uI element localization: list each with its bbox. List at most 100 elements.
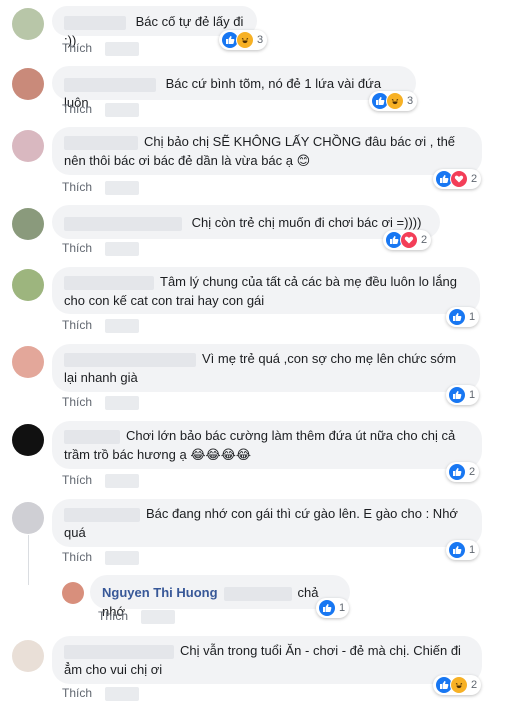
like-button[interactable]: Thích — [62, 180, 92, 194]
reaction-count: 2 — [469, 466, 476, 478]
reaction-count: 2 — [471, 173, 478, 185]
comment-bubble: Tâm lý chung của tất cả các bà mẹ đều lu… — [52, 267, 480, 314]
comment-text-line: Chị bảo chị SẼ KHÔNG LẤY CHỒNG đâu bác ơ… — [144, 134, 456, 149]
heart-icon — [400, 231, 418, 249]
author-name-blurred — [64, 644, 174, 659]
comment-text-line: Tâm lý chung của tất cả các bà mẹ đều lu… — [160, 274, 458, 289]
avatar[interactable] — [12, 130, 44, 162]
author-name-blurred — [223, 586, 292, 601]
timestamp-blurred[interactable] — [105, 41, 140, 56]
author-name-blurred — [64, 15, 126, 30]
laughing-face-icon — [236, 31, 254, 49]
avatar[interactable] — [12, 8, 44, 40]
comment-text-line: nên thôi bác ơi bác đẻ dần là vừa bác ạ … — [64, 153, 311, 168]
like-button[interactable]: Thích — [62, 395, 92, 409]
comment-text-line: quá — [64, 525, 86, 540]
laughing-face-icon — [386, 92, 404, 110]
reaction-count: 1 — [469, 311, 476, 323]
timestamp-blurred[interactable] — [105, 180, 140, 195]
like-button[interactable]: Thích — [62, 102, 92, 116]
comment-text-line: cho con kế cat con trai hay con gái — [64, 293, 265, 308]
reaction-count: 2 — [421, 234, 428, 246]
comment-text-line: lại nhanh già — [64, 370, 138, 385]
comment-actions: Thích — [62, 318, 140, 333]
like-button[interactable]: Thích — [98, 609, 128, 623]
like-button[interactable]: Thích — [62, 550, 92, 564]
like-button[interactable]: Thích — [62, 241, 92, 255]
avatar[interactable] — [12, 68, 44, 100]
like-button[interactable]: Thích — [62, 686, 92, 700]
author-name-blurred — [64, 429, 120, 444]
comment-text-line: trầm trồ bác hương ạ 😂😂😂😂 — [64, 447, 252, 462]
comment-actions: Thích — [62, 395, 140, 410]
reaction-summary[interactable]: 1 — [446, 540, 480, 560]
comment-text-line: Bác đang nhớ con gái thì cứ gào lên. E g… — [146, 506, 458, 521]
reaction-summary[interactable]: 3 — [369, 91, 418, 111]
like-button[interactable]: Thích — [62, 473, 92, 487]
author-name-blurred — [64, 275, 154, 290]
comment-bubble: Bác cứ bình tõm, nó đẻ 1 lứa vài đứa luô… — [52, 66, 416, 110]
author-name-blurred — [64, 507, 140, 522]
thumbs-up-icon — [448, 308, 466, 326]
timestamp-blurred[interactable] — [105, 102, 140, 117]
timestamp-blurred[interactable] — [105, 318, 140, 333]
reaction-summary[interactable]: 3 — [219, 30, 268, 50]
comment-bubble: Nguyen Thi Huong chả nhớ — [90, 575, 350, 619]
comment-bubble: Vì mẹ trẻ quá ,con sợ cho mẹ lên chức sớ… — [52, 344, 480, 392]
comment-thread: Bác cố tự đẻ lấy đi :)) 3 Thích Bác cứ b… — [0, 0, 518, 701]
thumbs-up-icon — [318, 599, 336, 617]
comment-actions: Thích — [62, 41, 140, 56]
avatar[interactable] — [12, 346, 44, 378]
thumbs-up-icon — [448, 386, 466, 404]
reaction-summary[interactable]: 1 — [446, 385, 480, 405]
reaction-count: 1 — [469, 544, 476, 556]
reaction-summary[interactable]: 2 — [433, 675, 482, 695]
author-name-blurred — [64, 352, 196, 367]
thumbs-up-icon — [448, 463, 466, 481]
comment-actions: Thích — [62, 180, 140, 195]
heart-icon — [450, 170, 468, 188]
comment-text: Chị còn trẻ chị muốn đi chơi bác ơi =)))… — [191, 215, 422, 230]
reaction-count: 1 — [469, 389, 476, 401]
reaction-summary[interactable]: 1 — [446, 307, 480, 327]
avatar[interactable] — [12, 208, 44, 240]
comment-text-line: Vì mẹ trẻ quá ,con sợ cho mẹ lên chức sớ… — [202, 351, 457, 366]
comment-bubble: Chị vẫn trong tuổi Ăn - chơi - đẻ mà chị… — [52, 636, 482, 684]
like-button[interactable]: Thích — [62, 41, 92, 55]
like-button[interactable]: Thích — [62, 318, 92, 332]
comment-actions: Thích — [62, 473, 140, 488]
timestamp-blurred[interactable] — [141, 609, 176, 624]
comment-text-line: Chơi lớn bảo bác cường làm thêm đứa út n… — [126, 428, 456, 443]
comment-actions: Thích — [62, 102, 140, 117]
comment-actions: Thích — [62, 686, 140, 701]
timestamp-blurred[interactable] — [105, 473, 140, 488]
comment-text-line: Chị vẫn trong tuổi Ăn - chơi - đẻ mà chị… — [180, 643, 461, 658]
laughing-face-icon — [450, 676, 468, 694]
reaction-summary[interactable]: 1 — [316, 598, 350, 618]
thumbs-up-icon — [448, 541, 466, 559]
comment-bubble: Bác đang nhớ con gái thì cứ gào lên. E g… — [52, 499, 482, 547]
reaction-count: 2 — [471, 679, 478, 691]
timestamp-blurred[interactable] — [105, 395, 140, 410]
timestamp-blurred[interactable] — [105, 241, 140, 256]
author-name-blurred — [64, 216, 182, 231]
reply-thread-line — [28, 535, 29, 585]
author-name[interactable]: Nguyen Thi Huong — [102, 585, 218, 600]
reaction-summary[interactable]: 2 — [446, 462, 480, 482]
comment-text-line: ẳm cho vui chị ơi — [64, 662, 163, 677]
reaction-summary[interactable]: 2 — [383, 230, 432, 250]
comment-bubble: Chị còn trẻ chị muốn đi chơi bác ơi =)))… — [52, 205, 440, 239]
avatar[interactable] — [12, 269, 44, 301]
avatar[interactable] — [12, 502, 44, 534]
reaction-summary[interactable]: 2 — [433, 169, 482, 189]
comment-bubble: Chơi lớn bảo bác cường làm thêm đứa út n… — [52, 421, 482, 469]
author-name-blurred — [64, 135, 138, 150]
reaction-count: 3 — [407, 95, 414, 107]
avatar[interactable] — [62, 582, 84, 604]
reaction-count: 3 — [257, 34, 264, 46]
timestamp-blurred[interactable] — [105, 686, 140, 701]
timestamp-blurred[interactable] — [105, 550, 140, 565]
comment-actions: Thích — [98, 609, 176, 624]
avatar[interactable] — [12, 424, 44, 456]
avatar[interactable] — [12, 640, 44, 672]
